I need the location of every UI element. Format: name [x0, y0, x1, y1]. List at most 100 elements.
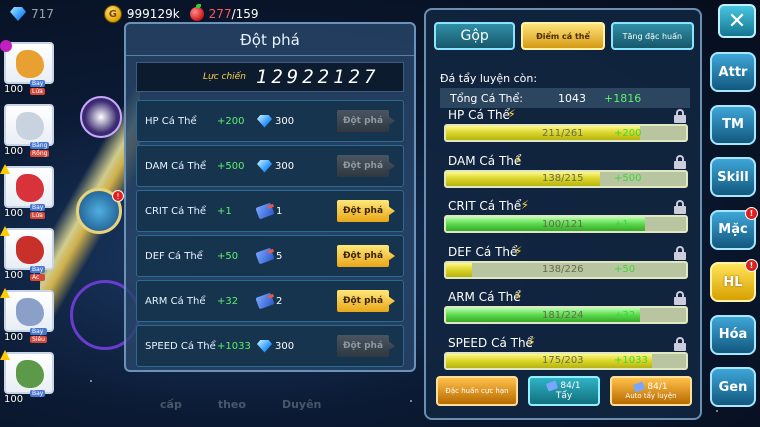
total-value: 1043	[558, 91, 586, 105]
panel-title: Đột phá	[126, 24, 414, 56]
side-tab-gen[interactable]: Gen	[710, 367, 756, 407]
stat-name: DAM Cá Thể	[448, 153, 522, 168]
diamond-icon	[257, 159, 272, 173]
party-member[interactable]: 100 Băng Rồng	[0, 102, 56, 160]
pokemon-portrait	[4, 228, 54, 270]
stat-plus: +50	[614, 264, 636, 275]
tab-merge[interactable]: Gộp	[434, 22, 516, 50]
scroll-icon	[255, 292, 275, 310]
stat-bonus: +1	[217, 205, 232, 217]
party-member[interactable]: 100 Bay Siêu	[0, 288, 56, 346]
auto-wash-button[interactable]: 84/1 Auto tẩy luyện	[610, 376, 692, 406]
energy-max: /159	[231, 7, 259, 21]
combat-power: Lực chiến 12922127	[136, 62, 404, 92]
close-icon: ✕	[727, 8, 747, 34]
type-badge: Rồng	[30, 150, 50, 157]
combat-power-value: 12922127	[255, 66, 380, 88]
combat-power-label: Lực chiến	[203, 72, 246, 82]
cost-value: 2	[276, 295, 283, 307]
button-label: Auto tẩy luyện	[625, 392, 677, 400]
tab-individual-points[interactable]: Điểm cá thể	[521, 22, 605, 50]
button-count: 84/1	[560, 381, 581, 391]
type-badge: Bay	[30, 390, 46, 397]
button-label: Đặc huấn cực hạn	[445, 387, 509, 395]
stat-name: DEF Cá Thể	[448, 244, 518, 259]
type-badge: Bay	[30, 80, 46, 87]
lock-icon[interactable]	[674, 109, 686, 123]
stat-current: 138/215	[542, 173, 584, 184]
cost: 1	[255, 202, 317, 220]
breakthrough-row: DAM Cá Thể +500 300 Đột phá	[136, 145, 404, 187]
breakthrough-row: ARM Cá Thể +32 2 Đột phá	[136, 280, 404, 322]
side-tab-tm[interactable]: TM	[710, 104, 756, 145]
alert-badge: !	[745, 206, 758, 220]
party-member[interactable]: 100 Bay Lửa	[0, 164, 56, 222]
pokemon-sprite	[16, 50, 44, 78]
breakthrough-row: HP Cá Thể +200 300 Đột phá	[136, 100, 404, 142]
stat-row: HP Cá Thể ⚡ 211/261 +200	[444, 107, 692, 153]
pokemon-level: 100	[4, 146, 24, 157]
stat-row: DEF Cá Thể ⚡ 138/226 +50	[444, 244, 692, 290]
party-member[interactable]: 100 Bay Ác	[0, 226, 56, 284]
stat-name: DEF Cá Thể	[145, 250, 203, 262]
pokemon-sprite	[16, 298, 44, 326]
type-badge: Ác	[30, 274, 46, 281]
breakthrough-button[interactable]: Đột phá	[337, 290, 389, 312]
lock-icon[interactable]	[674, 336, 686, 351]
stat-name: ARM Cá Thể	[145, 295, 206, 307]
stat-progress-bar: 181/224 +32	[444, 306, 688, 324]
stat-name: CRIT Cá Thể	[145, 205, 207, 217]
type-badge: Lửa	[30, 88, 46, 95]
breakthrough-button[interactable]: Đột phá	[337, 155, 389, 177]
cost-value: 5	[276, 250, 283, 262]
type-badge: Bay	[30, 266, 46, 273]
side-tab-mặc[interactable]: Mặc!	[710, 206, 758, 250]
tab-special-training[interactable]: Tăng đặc huấn	[610, 22, 694, 50]
breakthrough-button[interactable]: Đột phá	[337, 200, 389, 222]
stat-plus: +1	[614, 218, 629, 230]
scroll-icon	[546, 380, 559, 392]
side-tab-hóa[interactable]: Hóa	[710, 314, 756, 355]
training-panel: Gộp Điểm cá thể Tăng đặc huấn Đá tẩy luy…	[424, 8, 702, 420]
party-member[interactable]: 100 Bay	[0, 350, 56, 408]
gold-coin-icon: G	[103, 5, 122, 23]
side-tab-skill[interactable]: Skill	[710, 157, 756, 197]
cost: 300	[257, 114, 317, 128]
total-plus: +1816	[604, 91, 642, 105]
background-label: theo	[217, 398, 246, 411]
pokemon-level: 100	[4, 208, 24, 219]
pokemon-portrait	[4, 104, 54, 146]
stat-bonus: +32	[217, 295, 239, 307]
stat-name: CRIT Cá Thể	[448, 199, 522, 213]
side-tab-label: HL	[723, 274, 743, 290]
pokemon-sprite	[16, 174, 44, 202]
background-label: cấp	[160, 398, 182, 411]
cost: 300	[257, 159, 317, 173]
party-member[interactable]: 100 Bay Lửa	[0, 40, 56, 98]
stat-current: 175/203	[542, 355, 584, 366]
lock-icon[interactable]	[674, 245, 686, 260]
extreme-training-button[interactable]: Đặc huấn cực hạn	[436, 376, 518, 406]
breakthrough-button[interactable]: Đột phá	[337, 110, 389, 132]
stat-progress-bar: 138/226 +50	[444, 260, 688, 279]
lock-icon[interactable]	[674, 154, 686, 169]
side-tab-hl[interactable]: HL!	[710, 259, 758, 302]
wash-button[interactable]: 84/1 Tẩy	[528, 376, 600, 406]
equipped-slot-icon	[0, 40, 12, 52]
stat-bonus: +1033	[217, 340, 251, 352]
side-tab-label: Gen	[718, 379, 748, 395]
breakthrough-button[interactable]: Đột phá	[337, 245, 389, 267]
stat-plus: +200	[614, 127, 642, 139]
party-list: 100 Bay Lửa 100 Băng Rồng 100 Bay Lửa 100 Bay Ác 100…	[0, 40, 60, 412]
stat-name: ARM Cá Thể	[448, 290, 521, 304]
pokemon-level: 100	[4, 84, 24, 95]
lock-icon[interactable]	[674, 200, 686, 214]
side-tab-label: Mặc	[718, 222, 748, 237]
cost: 2	[255, 292, 317, 310]
breakthrough-button[interactable]: Đột phá	[337, 335, 389, 357]
side-tab-label: Attr	[718, 64, 748, 80]
close-button[interactable]: ✕	[718, 4, 756, 38]
energy-counter: 277/159	[189, 4, 259, 21]
lock-icon[interactable]	[674, 291, 686, 305]
side-tab-attr[interactable]: Attr	[710, 52, 756, 92]
